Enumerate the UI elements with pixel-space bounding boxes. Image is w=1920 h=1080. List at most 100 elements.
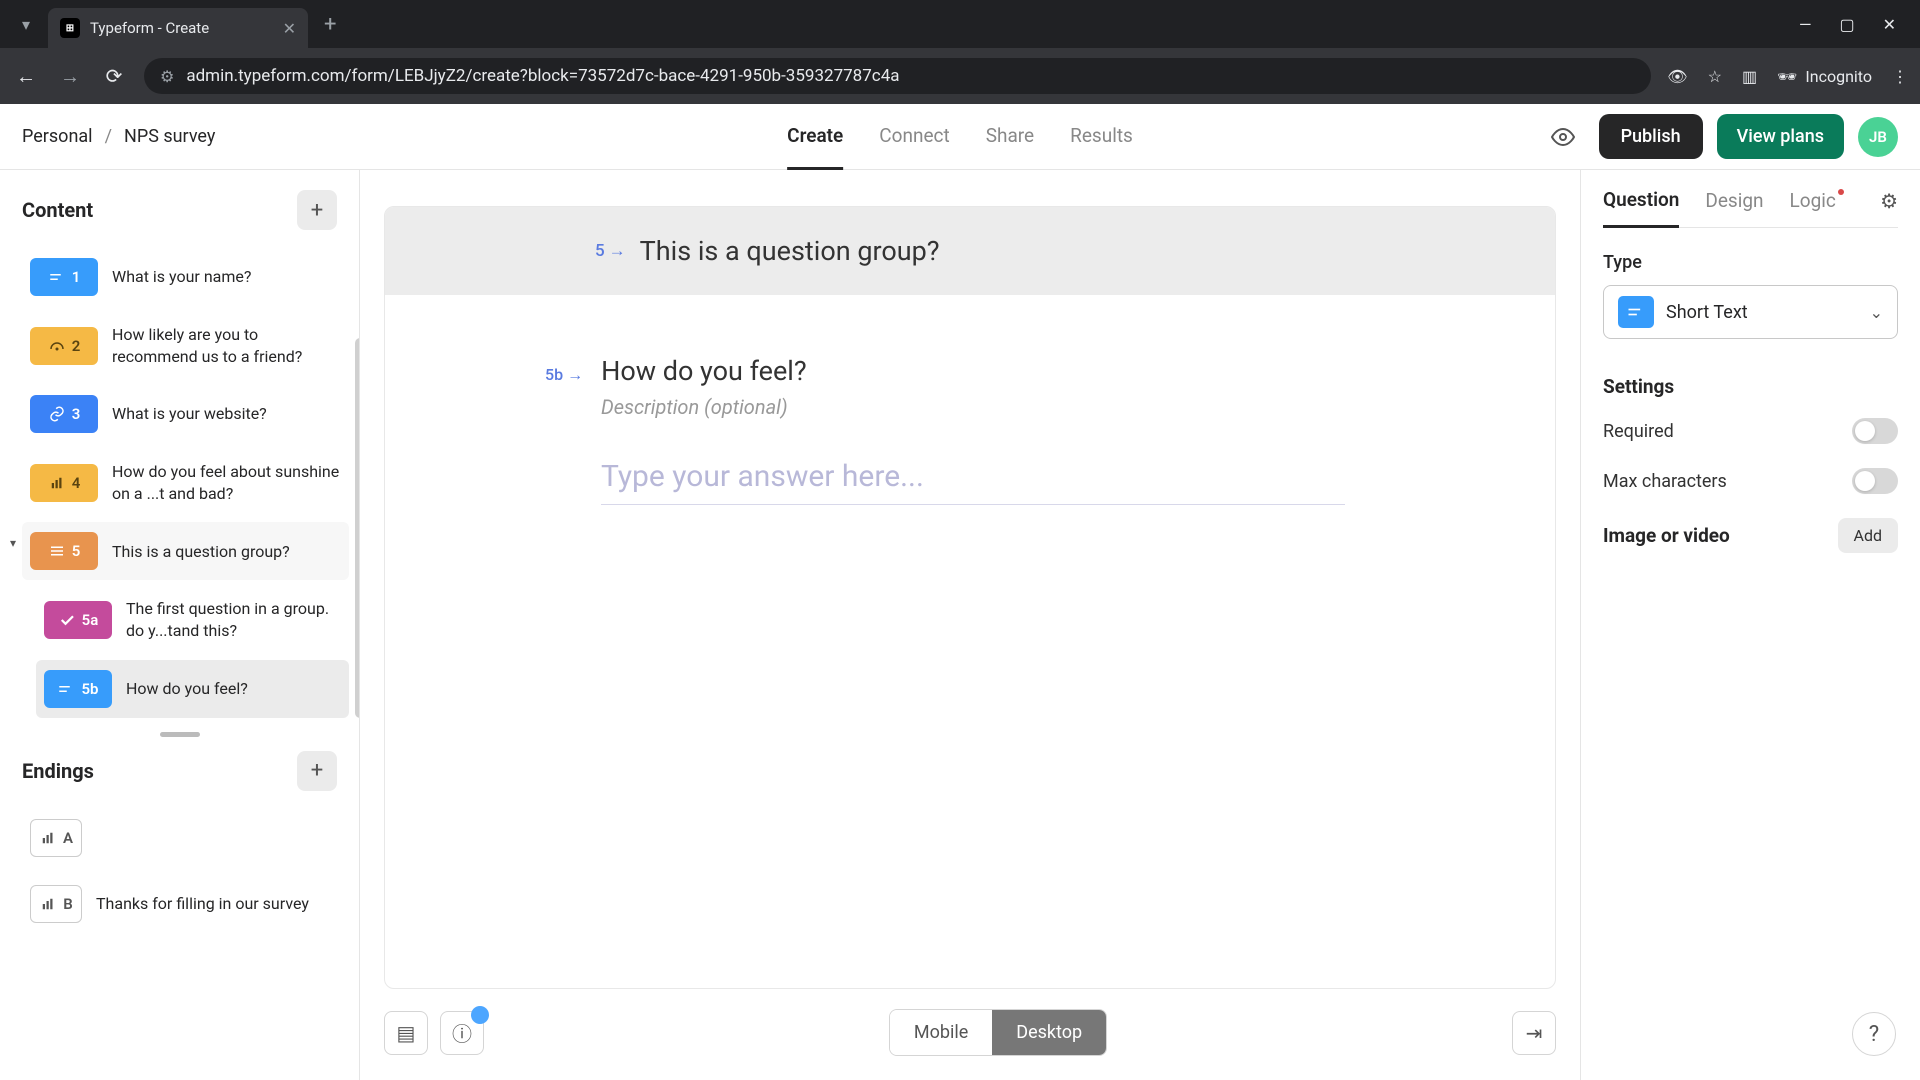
sub-question-number: 5b →: [545, 365, 583, 385]
endings-title: Endings: [22, 759, 94, 783]
panel-tab-question[interactable]: Question: [1603, 188, 1679, 228]
close-tab-icon[interactable]: ✕: [283, 19, 296, 38]
collapse-panel-button[interactable]: ⇥: [1512, 1011, 1556, 1055]
type-dropdown[interactable]: Short Text ⌄: [1603, 285, 1898, 339]
short-text-icon: [1618, 296, 1654, 328]
back-button[interactable]: ←: [12, 64, 40, 89]
accessibility-icon: ⓘ: [452, 1018, 472, 1047]
content-item-5b[interactable]: 5b How do you feel?: [36, 660, 349, 718]
forward-button[interactable]: →: [56, 64, 84, 89]
tab-share[interactable]: Share: [986, 104, 1034, 170]
chevron-down-icon: ⌄: [1870, 303, 1883, 322]
app-header: Personal / NPS survey Create Connect Sha…: [0, 104, 1920, 170]
sub-question-title[interactable]: How do you feel?: [601, 355, 807, 387]
nav-right: 👁 ☆ ▥ 🕶 Incognito ⋮: [1667, 67, 1908, 86]
content-item-1[interactable]: 1 What is your name?: [22, 248, 349, 306]
type-value: Short Text: [1666, 302, 1858, 323]
publish-button[interactable]: Publish: [1599, 114, 1703, 159]
incognito-icon: 🕶: [1777, 67, 1797, 86]
setting-maxchars: Max characters: [1603, 468, 1898, 494]
maxchars-toggle[interactable]: [1852, 468, 1898, 494]
window-controls: — ▢ ✕: [1799, 15, 1912, 34]
logic-indicator-dot: [1838, 189, 1844, 195]
add-ending-button[interactable]: +: [297, 751, 337, 791]
new-tab-button[interactable]: +: [312, 12, 348, 37]
add-media-button[interactable]: Add: [1838, 518, 1898, 553]
minimize-icon[interactable]: —: [1799, 15, 1812, 34]
site-settings-icon[interactable]: ⚙: [160, 67, 174, 86]
required-toggle[interactable]: [1852, 418, 1898, 444]
group-number: 5 →: [595, 241, 626, 261]
type-label: Type: [1603, 252, 1898, 273]
reload-button[interactable]: ⟳: [100, 64, 128, 88]
item-label: What is your website?: [112, 403, 341, 425]
item-label: This is a question group?: [112, 541, 341, 563]
required-label: Required: [1603, 421, 1674, 442]
tab-search-dropdown[interactable]: ▾: [8, 6, 44, 42]
url-text: admin.typeform.com/form/LEBJjyZ2/create?…: [186, 66, 899, 86]
form-name[interactable]: NPS survey: [124, 126, 215, 147]
breadcrumb: Personal / NPS survey: [22, 126, 215, 147]
question-card: 5 → This is a question group? 5b → How d…: [384, 206, 1556, 989]
panel-tabs: Question Design Logic ⚙: [1603, 188, 1898, 228]
media-heading: Image or video: [1603, 524, 1730, 547]
close-window-icon[interactable]: ✕: [1883, 15, 1896, 34]
item-label: How likely are you to recommend us to a …: [112, 324, 341, 367]
browser-tab[interactable]: ⊞ Typeform - Create ✕: [48, 8, 308, 48]
ending-icon: B: [30, 885, 82, 923]
eye-off-icon[interactable]: 👁: [1667, 67, 1687, 86]
bookmark-icon[interactable]: ☆: [1708, 67, 1722, 86]
description-placeholder[interactable]: Description (optional): [601, 395, 1345, 419]
breadcrumb-separator: /: [105, 126, 112, 147]
content-item-5[interactable]: ▾ 5 This is a question group?: [22, 522, 349, 580]
mobile-view-button[interactable]: Mobile: [890, 1010, 992, 1055]
tab-create[interactable]: Create: [787, 104, 843, 170]
group-header[interactable]: 5 → This is a question group?: [385, 207, 1555, 295]
sidebar: Content + 1 What is your name? 2 How lik…: [0, 170, 360, 1080]
panel-icon[interactable]: ▥: [1742, 67, 1757, 86]
browser-chrome: ▾ ⊞ Typeform - Create ✕ + — ▢ ✕ ← → ⟳ ⚙ …: [0, 0, 1920, 104]
gear-icon[interactable]: ⚙: [1880, 189, 1898, 227]
content-list: 1 What is your name? 2 How likely are yo…: [0, 248, 359, 726]
desktop-view-button[interactable]: Desktop: [992, 1010, 1106, 1055]
check-icon: 5a: [44, 601, 112, 639]
content-item-5a[interactable]: 5a The first question in a group. do y..…: [36, 588, 349, 651]
canvas: 5 → This is a question group? 5b → How d…: [360, 170, 1580, 1080]
panel-tab-design[interactable]: Design: [1705, 189, 1763, 226]
ending-item-a[interactable]: A: [22, 809, 337, 867]
tab-connect[interactable]: Connect: [879, 104, 949, 170]
avatar[interactable]: JB: [1858, 117, 1898, 157]
preview-button[interactable]: [1541, 115, 1585, 159]
panel-tab-logic[interactable]: Logic: [1790, 189, 1836, 226]
ending-label: Thanks for filling in our survey: [96, 893, 329, 915]
menu-icon[interactable]: ⋮: [1892, 67, 1908, 86]
drag-handle[interactable]: [160, 732, 200, 737]
media-section: Image or video Add: [1603, 518, 1898, 553]
content-item-2[interactable]: 2 How likely are you to recommend us to …: [22, 314, 349, 377]
workspace-link[interactable]: Personal: [22, 126, 93, 147]
layout-button[interactable]: ▤: [384, 1011, 428, 1055]
eye-icon: [1551, 125, 1575, 149]
favicon: ⊞: [60, 18, 80, 38]
answer-input[interactable]: Type your answer here...: [601, 459, 1345, 505]
setting-required: Required: [1603, 418, 1898, 444]
content-title: Content: [22, 198, 93, 222]
accessibility-button[interactable]: ⓘ: [440, 1011, 484, 1055]
maximize-icon[interactable]: ▢: [1839, 15, 1854, 34]
help-button[interactable]: ?: [1852, 1012, 1896, 1056]
url-bar[interactable]: ⚙ admin.typeform.com/form/LEBJjyZ2/creat…: [144, 58, 1651, 94]
canvas-footer: ▤ ⓘ Mobile Desktop ⇥: [384, 1009, 1556, 1080]
gauge-icon: 2: [30, 327, 98, 365]
tab-results[interactable]: Results: [1070, 104, 1133, 170]
content-item-3[interactable]: 3 What is your website?: [22, 385, 349, 443]
nav-bar: ← → ⟳ ⚙ admin.typeform.com/form/LEBJjyZ2…: [0, 48, 1920, 104]
bar-chart-icon: 4: [30, 464, 98, 502]
ending-item-b[interactable]: B Thanks for filling in our survey: [22, 875, 337, 933]
add-content-button[interactable]: +: [297, 190, 337, 230]
content-item-4[interactable]: 4 How do you feel about sunshine on a ..…: [22, 451, 349, 514]
incognito-badge[interactable]: 🕶 Incognito: [1777, 67, 1872, 86]
chevron-down-icon[interactable]: ▾: [10, 536, 16, 550]
view-plans-button[interactable]: View plans: [1717, 114, 1844, 159]
settings-heading: Settings: [1603, 375, 1898, 398]
notification-dot: [471, 1006, 489, 1024]
